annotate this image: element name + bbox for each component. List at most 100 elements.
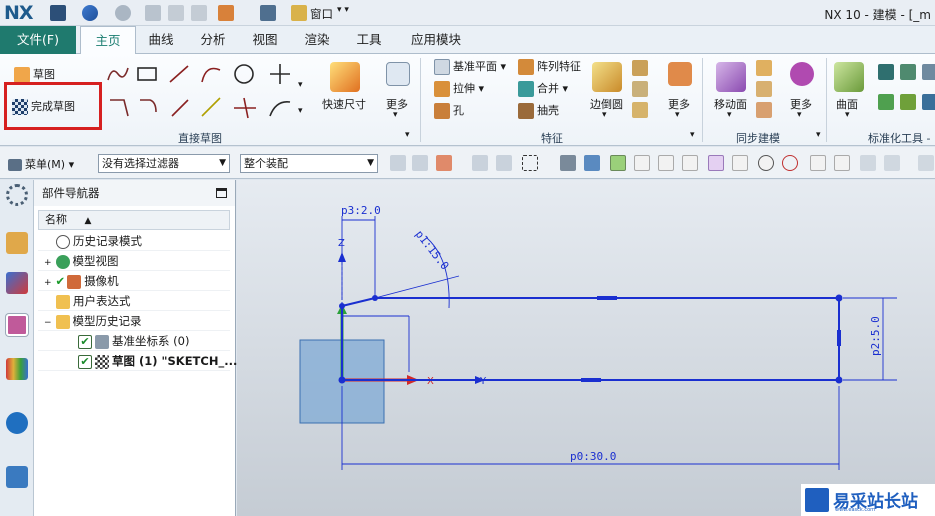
copy-icon[interactable] bbox=[168, 5, 184, 21]
surface-icon[interactable] bbox=[834, 62, 864, 92]
more-feature-arrow[interactable]: ▾ bbox=[675, 110, 680, 120]
move-face-arrow[interactable]: ▾ bbox=[727, 110, 732, 120]
end-point-snap-icon[interactable] bbox=[610, 155, 626, 171]
checkbox-checked-icon[interactable]: ✔ bbox=[78, 334, 92, 349]
surface-arrow[interactable]: ▾ bbox=[845, 110, 850, 120]
existing-point-snap-icon[interactable] bbox=[810, 155, 826, 171]
type-filter-select[interactable]: 没有选择过滤器 ▼ bbox=[98, 154, 230, 173]
quick-dimension-button[interactable]: 快速尺寸 bbox=[322, 96, 366, 112]
sketch-point[interactable] bbox=[835, 294, 843, 302]
standard-tool-icon-5[interactable] bbox=[900, 94, 916, 110]
tree-item-model-history[interactable]: − 模型历史记录 bbox=[38, 311, 230, 331]
reuse-library-icon[interactable] bbox=[6, 358, 28, 380]
tab-render[interactable]: 渲染 bbox=[294, 26, 340, 54]
sketch-curve-dropdown[interactable]: ▾ bbox=[298, 80, 303, 90]
more-sync-icon[interactable] bbox=[790, 62, 814, 86]
paste-icon[interactable] bbox=[191, 5, 207, 21]
tree-item-datum-csys[interactable]: ✔ 基准坐标系 (0) bbox=[38, 331, 230, 351]
collapse-icon[interactable]: − bbox=[44, 318, 52, 328]
unite-button[interactable]: 合并 ▾ bbox=[518, 80, 568, 97]
standard-tool-icon-3[interactable] bbox=[922, 64, 935, 80]
snap-icon-2[interactable] bbox=[412, 155, 428, 171]
tab-home[interactable]: 主页 bbox=[80, 26, 136, 55]
sync-group-arrow[interactable]: ▾ bbox=[816, 130, 821, 140]
tree-item-model-views[interactable]: + 模型视图 bbox=[38, 251, 230, 271]
expand-icon[interactable]: + bbox=[44, 278, 52, 288]
tree-item-cameras[interactable]: + ✔ 摄像机 bbox=[38, 271, 230, 291]
mid-point-snap-icon[interactable] bbox=[634, 155, 650, 171]
cut-icon[interactable] bbox=[145, 5, 161, 21]
dimension-p0[interactable]: p0:30.0 bbox=[570, 450, 616, 463]
file-menu[interactable]: 文件(F) bbox=[0, 26, 76, 54]
assembly-navigator-icon[interactable] bbox=[6, 232, 28, 254]
snap-icon-7[interactable] bbox=[918, 155, 934, 171]
move-face-icon[interactable] bbox=[716, 62, 746, 92]
name-column-header[interactable]: 名称 ▲ bbox=[38, 210, 230, 230]
tab-view[interactable]: 视图 bbox=[242, 26, 288, 54]
snap-icon-6[interactable] bbox=[884, 155, 900, 171]
shell-button[interactable]: 抽壳 bbox=[518, 102, 559, 119]
more-sketch-icon[interactable] bbox=[386, 62, 410, 86]
window-menu[interactable]: 窗口 bbox=[310, 6, 333, 22]
circle-snap-icon[interactable] bbox=[782, 155, 798, 171]
menu-button[interactable]: 菜单(M) ▾ bbox=[8, 156, 74, 172]
tree-item-history-mode[interactable]: 历史记录模式 bbox=[38, 231, 230, 251]
tree-item-sketch[interactable]: ✔ 草图 (1) "SKETCH_... bbox=[38, 351, 237, 371]
save-icon[interactable] bbox=[50, 5, 66, 21]
intersection-snap-icon[interactable] bbox=[682, 155, 698, 171]
quick-dimension-icon[interactable] bbox=[330, 62, 360, 92]
sketch-point[interactable] bbox=[835, 376, 843, 384]
dimension-p2[interactable]: p2:5.0 bbox=[869, 316, 882, 356]
snap-icon-1[interactable] bbox=[390, 155, 406, 171]
sketch-button[interactable]: 草图 bbox=[14, 66, 55, 83]
arc-center-snap-icon[interactable] bbox=[708, 155, 724, 171]
sketch-point[interactable] bbox=[339, 303, 345, 309]
checkbox-checked-icon[interactable]: ✔ bbox=[78, 354, 92, 369]
chamfer-feature-icon[interactable] bbox=[632, 60, 648, 76]
window-menu-arrow[interactable]: ▾ ▾ bbox=[337, 5, 349, 15]
sketch-point[interactable] bbox=[338, 376, 346, 384]
sketch-view[interactable]: Z X Y p3:2.0 p1:15.0 p2:5.0 p0:30.0 bbox=[237, 180, 935, 516]
standard-tool-icon-4[interactable] bbox=[878, 94, 894, 110]
redo-icon[interactable] bbox=[115, 5, 131, 21]
touch-mode-icon[interactable] bbox=[260, 5, 276, 21]
edge-blend-icon[interactable] bbox=[592, 62, 622, 92]
draft-icon[interactable] bbox=[632, 81, 648, 97]
group-expand-arrow[interactable]: ▾ bbox=[405, 130, 410, 140]
dimension-p3[interactable]: p3:2.0 bbox=[341, 204, 381, 217]
tab-analysis[interactable]: 分析 bbox=[190, 26, 236, 54]
delete-face-icon[interactable] bbox=[756, 102, 772, 118]
more-feature-icon[interactable] bbox=[668, 62, 692, 86]
selection-scope-select[interactable]: 整个装配 ▼ bbox=[240, 154, 378, 173]
web-browser-icon[interactable] bbox=[6, 412, 28, 434]
more-sketch-arrow[interactable]: ▾ bbox=[393, 110, 398, 120]
graphics-window[interactable]: Z X Y p3:2.0 p1:15.0 p2:5.0 p0:30.0 易采站长… bbox=[237, 180, 935, 516]
select-solid-icon[interactable] bbox=[560, 155, 576, 171]
extrude-button[interactable]: 拉伸 ▾ bbox=[434, 80, 484, 97]
offset-region-icon[interactable] bbox=[756, 81, 772, 97]
point-on-line-snap-icon[interactable] bbox=[834, 155, 850, 171]
point-on-curve-snap-icon[interactable] bbox=[758, 155, 774, 171]
settings-icon[interactable] bbox=[6, 184, 28, 206]
standard-tool-icon-2[interactable] bbox=[900, 64, 916, 80]
pattern-feature-button[interactable]: 阵列特征 bbox=[518, 58, 581, 75]
finish-sketch-button[interactable]: 完成草图 bbox=[12, 98, 75, 115]
window-menu-icon[interactable] bbox=[291, 5, 307, 21]
maximize-icon[interactable] bbox=[216, 188, 227, 198]
control-point-snap-icon[interactable] bbox=[658, 155, 674, 171]
more-sync-arrow[interactable]: ▾ bbox=[797, 110, 802, 120]
constraint-navigator-icon[interactable] bbox=[6, 272, 28, 294]
tree-item-user-expressions[interactable]: 用户表达式 bbox=[38, 291, 230, 311]
trim-body-icon[interactable] bbox=[632, 102, 648, 118]
datum-plane-button[interactable]: 基准平面 ▾ bbox=[434, 58, 506, 75]
standard-tool-icon-6[interactable] bbox=[922, 94, 935, 110]
standard-tool-icon-1[interactable] bbox=[878, 64, 894, 80]
undo-icon[interactable] bbox=[82, 5, 98, 21]
hole-button[interactable]: 孔 bbox=[434, 102, 464, 119]
pull-face-icon[interactable] bbox=[756, 60, 772, 76]
tab-application[interactable]: 应用模块 bbox=[400, 26, 472, 54]
expand-icon[interactable]: + bbox=[44, 258, 52, 268]
dimension-p1[interactable]: p1:15.0 bbox=[413, 228, 452, 273]
sketch-curve-tools[interactable] bbox=[104, 60, 304, 122]
edge-blend-arrow[interactable]: ▾ bbox=[602, 110, 607, 120]
